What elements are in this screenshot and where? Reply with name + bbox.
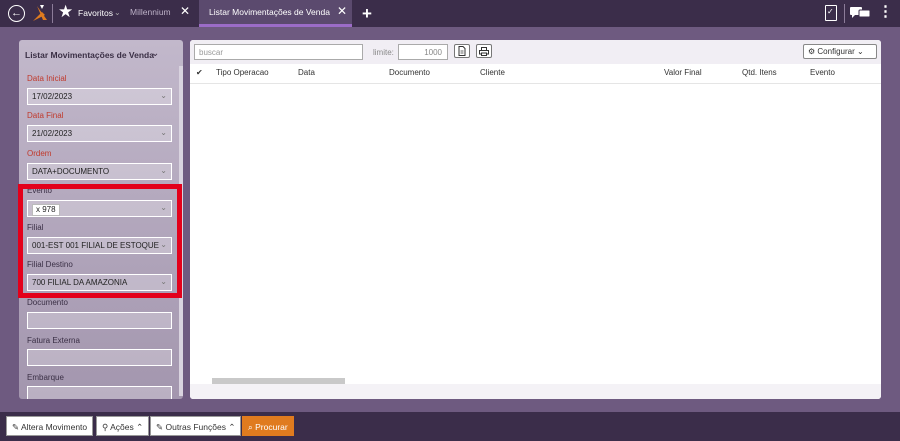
fatura-externa-label: Fatura Externa (27, 336, 80, 345)
horizontal-scrollbar[interactable] (212, 378, 345, 384)
data-final-field[interactable]: 21/02/2023 ⌄ (27, 125, 172, 142)
print-button[interactable] (476, 44, 492, 58)
altera-movimento-button[interactable]: ✎ Altera Movimento (6, 416, 94, 436)
chevron-down-icon: ⌄ (160, 166, 167, 175)
data-inicial-field[interactable]: 17/02/2023 ⌄ (27, 88, 172, 105)
embarque-label: Embarque (27, 373, 64, 382)
tab-label: Listar Movimentações de Venda (209, 7, 330, 17)
documento-label: Documento (27, 298, 68, 307)
divider (52, 4, 53, 23)
column-header-valor-final[interactable]: Valor Final (664, 68, 702, 77)
add-tab-button[interactable]: + (362, 5, 372, 22)
export-document-button[interactable] (454, 44, 470, 58)
results-panel: limite: 1000 ⚙ Configurar ⌄ ✔ Tipo Opera… (190, 40, 881, 399)
column-header-data[interactable]: Data (298, 68, 315, 77)
more-vertical-icon[interactable]: ⋮ (878, 4, 893, 19)
select-all-checkbox[interactable]: ✔ (196, 68, 203, 77)
column-header-cliente[interactable]: Cliente (480, 68, 505, 77)
search-input[interactable] (194, 44, 363, 60)
horizontal-scroll-track (190, 384, 881, 399)
ordem-select[interactable]: DATA+DOCUMENTO ⌄ (27, 163, 172, 180)
chat-icon[interactable] (850, 7, 870, 19)
data-inicial-label: Data Inicial (27, 74, 67, 83)
printer-icon (479, 47, 489, 56)
grid-toolbar: limite: 1000 ⚙ Configurar ⌄ (190, 40, 881, 64)
procurar-button[interactable]: ⌕ Procurar (242, 416, 294, 436)
bottom-action-bar: ✎ Altera Movimento ⚲ Ações ⌃ ✎ Outras Fu… (0, 412, 900, 441)
divider (844, 4, 845, 23)
column-header-documento[interactable]: Documento (389, 68, 430, 77)
chevron-down-icon: ⌄ (160, 128, 167, 137)
ordem-value: DATA+DOCUMENTO (32, 167, 110, 176)
data-final-value: 21/02/2023 (32, 129, 73, 138)
header-divider (190, 83, 881, 84)
column-header-tipo-operacao[interactable]: Tipo Operacao (216, 68, 269, 77)
data-final-label: Data Final (27, 111, 64, 120)
document-icon (458, 46, 466, 56)
outras-funcoes-button[interactable]: ✎ Outras Funções ⌃ (150, 416, 242, 436)
tab-millennium[interactable]: Millennium (130, 7, 171, 17)
chevron-down-icon[interactable]: ⌄ (114, 8, 121, 17)
filter-highlight-box (18, 184, 182, 298)
favorites-label[interactable]: Favoritos (78, 8, 113, 18)
documento-input[interactable] (27, 312, 172, 329)
clipboard-icon[interactable] (825, 5, 837, 21)
column-header-evento[interactable]: Evento (810, 68, 835, 77)
limit-label: limite: (373, 48, 394, 57)
embarque-input[interactable] (27, 386, 172, 399)
logo-icon[interactable] (31, 4, 49, 23)
back-circle-icon[interactable]: ← (8, 5, 25, 22)
sidebar-title: Listar Movimentações de Venda (25, 50, 154, 60)
limit-input[interactable]: 1000 (398, 44, 448, 60)
acoes-button[interactable]: ⚲ Ações ⌃ (96, 416, 150, 436)
star-icon[interactable]: ★ (58, 3, 73, 20)
column-header-qtd-itens[interactable]: Qtd. Itens (742, 68, 777, 77)
configure-button[interactable]: ⚙ Configurar ⌄ (803, 44, 877, 59)
top-bar: ← ★ Favoritos ⌄ Millennium ✕ Listar Movi… (0, 0, 900, 27)
close-icon[interactable]: ✕ (337, 4, 347, 18)
data-inicial-value: 17/02/2023 (32, 92, 73, 101)
tab-listar-movimentacoes[interactable]: Listar Movimentações de Venda ✕ (199, 0, 352, 27)
close-icon[interactable]: ✕ (180, 4, 190, 18)
chevron-down-icon[interactable]: ⌄ (151, 48, 159, 59)
chevron-down-icon: ⌄ (160, 91, 167, 100)
fatura-externa-input[interactable] (27, 349, 172, 366)
ordem-label: Ordem (27, 149, 52, 158)
